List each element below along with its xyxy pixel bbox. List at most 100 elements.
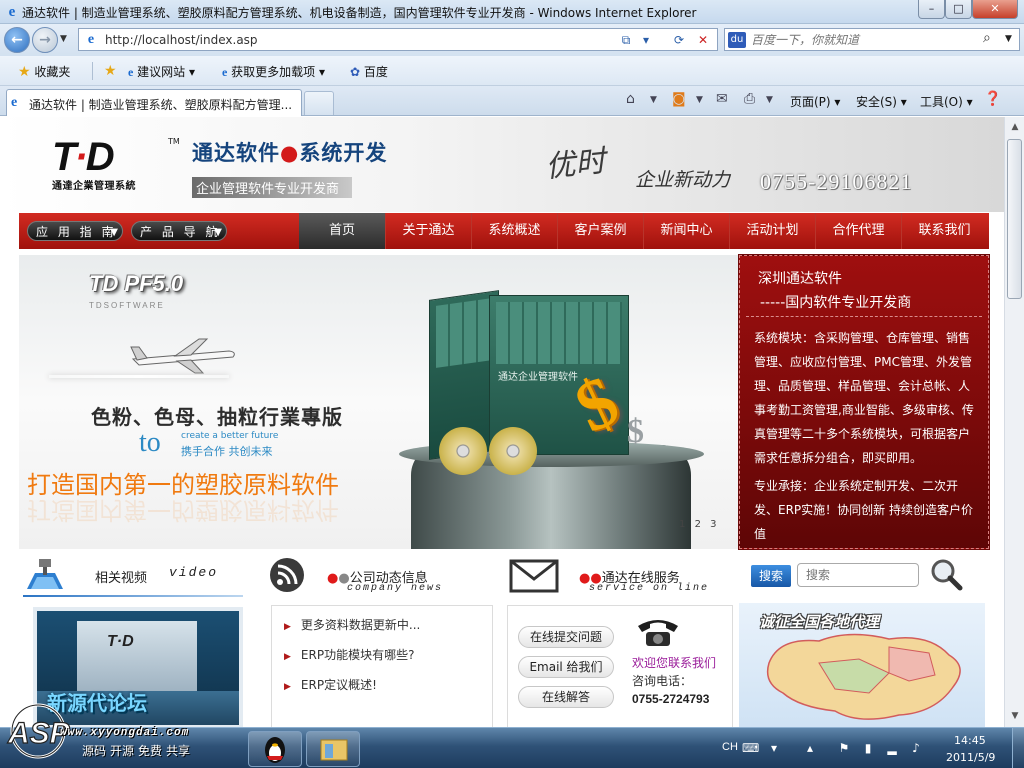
window-title: 通达软件 | 制造业管理系统、塑胶原料配方管理系统、机电设备制造，国内管理软件专… bbox=[22, 6, 697, 20]
fav-item-baidu[interactable]: ✿ 百度 bbox=[350, 63, 388, 80]
clock-date[interactable]: 2011/5/9 bbox=[946, 751, 995, 764]
url-dropdown-icon[interactable]: ▾ bbox=[639, 31, 653, 49]
nav-events[interactable]: 活动计划 bbox=[729, 213, 815, 249]
forward-button[interactable]: → bbox=[32, 27, 58, 53]
help-icon[interactable]: ❓ bbox=[984, 91, 1001, 107]
video-section-title: 相关视频 bbox=[95, 571, 148, 586]
home-icon[interactable]: ⌂ bbox=[626, 91, 635, 107]
news-list: ▶ 更多资料数据更新中... ▶ ERP功能模块有哪些? ▶ ERP定议概述! bbox=[271, 605, 493, 727]
add-favorite-icon[interactable]: ★ bbox=[104, 63, 117, 79]
url-text[interactable]: http://localhost/index.asp bbox=[105, 33, 605, 47]
submit-question-button[interactable]: 在线提交问题 bbox=[518, 626, 614, 648]
cd-disc-icon bbox=[439, 427, 487, 475]
volume-icon[interactable]: ♪ bbox=[908, 740, 924, 756]
slide-3-button[interactable]: 3 bbox=[710, 519, 716, 530]
slogan-script-2: 企业新动力 bbox=[635, 169, 731, 191]
news-item[interactable]: ▶ 更多资料数据更新中... bbox=[284, 616, 420, 633]
vertical-scrollbar[interactable]: ▲ ▼ bbox=[1004, 117, 1024, 727]
history-dropdown-icon[interactable]: ▼ bbox=[60, 34, 67, 44]
ime-dropdown-icon[interactable]: ▾ bbox=[766, 740, 782, 756]
compatibility-icon[interactable]: ⧉ bbox=[615, 31, 637, 49]
nav-partners[interactable]: 合作代理 bbox=[815, 213, 901, 249]
clock-time[interactable]: 14:45 bbox=[954, 734, 986, 747]
service-section-title-en: service on line bbox=[589, 583, 710, 594]
network-icon[interactable]: ▂ bbox=[884, 740, 900, 756]
online-answer-button[interactable]: 在线解答 bbox=[518, 686, 614, 708]
agent-map-title: 诚征全国各地代理 bbox=[759, 613, 880, 631]
close-window-button[interactable]: ✕ bbox=[972, 0, 1018, 19]
print-dropdown-icon[interactable]: ▼ bbox=[766, 95, 773, 105]
service-welcome: 欢迎您联系我们 bbox=[632, 656, 717, 670]
tab-active[interactable]: e 通达软件 | 制造业管理系统、塑胶原料配方管理... bbox=[6, 89, 302, 116]
home-dropdown-icon[interactable]: ▼ bbox=[650, 95, 657, 105]
read-mail-icon[interactable]: ✉ bbox=[716, 91, 728, 107]
scroll-down-icon[interactable]: ▼ bbox=[1008, 709, 1022, 723]
browser-search-box[interactable]: du ⌕ ▼ bbox=[724, 28, 1020, 51]
company-logo[interactable]: T·D TM 通達企業管理系統 bbox=[52, 137, 180, 197]
keyboard-icon[interactable]: ⌨ bbox=[742, 740, 759, 756]
nav-home[interactable]: 首页 bbox=[299, 213, 385, 249]
nav-cases[interactable]: 客户案例 bbox=[557, 213, 643, 249]
panel-services-text: 专业承接：企业系统定制开发、二次开发、ERP实施！协同创新 持续创造客户价值 bbox=[754, 479, 973, 541]
safety-menu[interactable]: 安全(S) ▾ bbox=[856, 93, 907, 110]
scroll-thumb[interactable] bbox=[1007, 139, 1022, 299]
search-provider-dropdown-icon[interactable]: ▼ bbox=[1005, 34, 1012, 44]
search-go-icon[interactable]: ⌕ bbox=[983, 30, 991, 46]
news-item[interactable]: ▶ ERP定议概述! bbox=[284, 676, 377, 693]
nav-news[interactable]: 新闻中心 bbox=[643, 213, 729, 249]
app-guide-dropdown[interactable]: 应 用 指 南 ▼ bbox=[27, 221, 123, 241]
agent-map-banner[interactable]: 诚征全国各地代理 bbox=[739, 603, 985, 727]
site-search-input[interactable] bbox=[797, 563, 919, 587]
action-center-icon[interactable]: ⚑ bbox=[836, 740, 852, 756]
taskbar-explorer[interactable] bbox=[306, 731, 360, 767]
fav-item-get-addons[interactable]: e 获取更多加载项 ▾ bbox=[222, 63, 325, 80]
nav-overview[interactable]: 系统概述 bbox=[471, 213, 557, 249]
power-icon[interactable]: ▮ bbox=[860, 740, 876, 756]
slide-pager: 1 2 3 bbox=[679, 519, 717, 530]
fav-item-suggested-sites[interactable]: e 建议网站 ▾ bbox=[128, 63, 195, 80]
company-info-panel: 深圳通达软件 -----国内软件专业开发商 系统模块：含采购管理、仓库管理、销售… bbox=[738, 254, 990, 550]
bottom-sections: 相关视频 video T·D 新源代论坛 ●●公司动态信息 company ne… bbox=[19, 549, 989, 727]
page-viewport: T·D TM 通達企業管理系統 通达软件●系统开发 企业管理软件专业开发商 优时… bbox=[0, 117, 1004, 727]
product-name: TD PF5.0 bbox=[89, 271, 184, 296]
nav-about[interactable]: 关于通达 bbox=[385, 213, 471, 249]
site-search-button[interactable]: 搜索 bbox=[751, 565, 791, 587]
back-button[interactable]: ← bbox=[4, 27, 30, 53]
refresh-icon[interactable]: ⟳ bbox=[669, 31, 689, 49]
feeds-icon[interactable]: ◙ bbox=[672, 91, 686, 107]
browser-search-input[interactable] bbox=[751, 31, 981, 48]
slide-2-button[interactable]: 2 bbox=[695, 519, 701, 530]
news-item[interactable]: ▶ ERP功能模块有哪些? bbox=[284, 646, 414, 663]
bullet-triangle-icon: ▶ bbox=[284, 622, 291, 632]
minimize-button[interactable]: – bbox=[918, 0, 945, 19]
new-tab-button[interactable] bbox=[304, 91, 334, 115]
favorites-bar: ★ 收藏夹 ★ e 建议网站 ▾ e 获取更多加载项 ▾ ✿ 百度 bbox=[0, 56, 1024, 86]
print-icon[interactable]: ⎙ bbox=[744, 91, 755, 107]
favorites-button[interactable]: ★ 收藏夹 bbox=[18, 63, 70, 80]
feeds-dropdown-icon[interactable]: ▼ bbox=[696, 95, 703, 105]
email-us-button[interactable]: Email 给我们 bbox=[518, 656, 614, 678]
stop-icon[interactable]: ✕ bbox=[693, 31, 713, 49]
product-sub: TDSOFTWARE bbox=[89, 301, 165, 310]
url-box[interactable]: e http://localhost/index.asp ⧉ ▾ ⟳ ✕ bbox=[78, 28, 718, 51]
bullet-triangle-icon: ▶ bbox=[284, 652, 291, 662]
magnifier-icon[interactable] bbox=[929, 557, 963, 591]
online-service-section: ●●通达在线服务 service on line 在线提交问题 Email 给我… bbox=[503, 549, 733, 727]
header-phone: 0755-29106821 bbox=[760, 169, 913, 194]
tray-expand-icon[interactable]: ▴ bbox=[802, 740, 818, 756]
page-menu[interactable]: 页面(P) ▾ bbox=[790, 93, 840, 110]
show-desktop-button[interactable] bbox=[1012, 728, 1024, 768]
slide-1-button[interactable]: 1 bbox=[679, 519, 685, 530]
nav-contact[interactable]: 联系我们 bbox=[901, 213, 987, 249]
hero-banner[interactable]: TD PF5.0 TDSOFTWARE 色粉、色母、抽粒行業專版 to crea… bbox=[19, 255, 739, 549]
maximize-button[interactable]: □ bbox=[945, 0, 972, 19]
video-wall-logo: T·D bbox=[107, 633, 134, 650]
input-language[interactable]: CH bbox=[722, 741, 738, 753]
watermark-url: www.xyyongdai.com bbox=[60, 727, 190, 739]
scroll-up-icon[interactable]: ▲ bbox=[1008, 120, 1022, 134]
folder-icon bbox=[320, 739, 348, 761]
caret-down-icon: ▼ bbox=[214, 227, 222, 238]
product-nav-dropdown[interactable]: 产 品 导 航 ▼ bbox=[131, 221, 227, 241]
taskbar-qq[interactable] bbox=[248, 731, 302, 767]
tools-menu[interactable]: 工具(O) ▾ bbox=[920, 93, 973, 110]
